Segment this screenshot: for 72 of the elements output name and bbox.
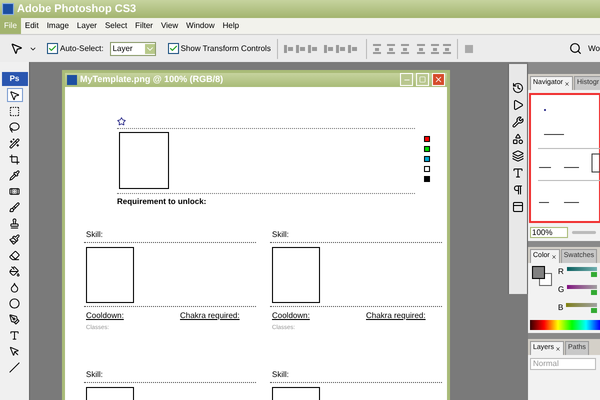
- ps-logo: Ps: [2, 72, 28, 86]
- menu-item[interactable]: Select: [100, 18, 132, 34]
- chakra-label: Chakra required:: [180, 310, 240, 322]
- menu-item[interactable]: Filter: [131, 18, 157, 34]
- type-icon[interactable]: [512, 167, 524, 179]
- channel-slider[interactable]: [566, 267, 600, 277]
- app-icon: [2, 3, 14, 15]
- wrench-icon[interactable]: [512, 116, 524, 128]
- skill-label: Skill:: [271, 228, 289, 240]
- channel-label: R: [558, 266, 564, 278]
- chakra-label: Chakra required:: [366, 310, 426, 322]
- color-spectrum-drawing: [530, 320, 600, 330]
- wand-icon[interactable]: [6, 136, 22, 150]
- auto-select-label: Auto-Select:: [60, 42, 104, 54]
- channel-label: G: [558, 284, 564, 296]
- image-frame: [86, 246, 134, 302]
- cooldown-label: Cooldown:: [86, 310, 125, 322]
- line-icon[interactable]: [6, 360, 22, 374]
- menu-item[interactable]: Image: [42, 18, 73, 34]
- brush-icon[interactable]: [6, 200, 22, 214]
- play-icon[interactable]: [512, 99, 524, 111]
- lasso-icon[interactable]: [6, 120, 22, 134]
- paint-bucket-icon[interactable]: [6, 264, 22, 278]
- close-icon[interactable]: [550, 254, 557, 260]
- document-icon: [67, 74, 77, 85]
- close-icon[interactable]: [555, 346, 562, 352]
- layers-icon[interactable]: [512, 150, 524, 162]
- star-icon: [117, 116, 126, 126]
- menu-item[interactable]: View: [156, 18, 182, 34]
- skill-label: Skill:: [85, 368, 103, 380]
- maximize-icon: [419, 76, 426, 84]
- workspace-label: Wo: [588, 42, 600, 54]
- window-title: Adobe Photoshop CS3: [17, 2, 136, 17]
- menu-item[interactable]: Window: [182, 18, 219, 34]
- document-title: MyTemplate.png @ 100% (RGB/8): [80, 73, 224, 86]
- menu-item[interactable]: Help: [218, 18, 244, 34]
- channel-label: B: [558, 302, 564, 314]
- menu-item[interactable]: Layer: [72, 18, 101, 34]
- cooldown-label: Cooldown:: [272, 310, 311, 322]
- slider-thumb[interactable]: [590, 290, 597, 295]
- skill-label: Skill:: [271, 368, 289, 380]
- menu-item[interactable]: Edit: [20, 18, 43, 34]
- transform-controls-label: Show Transform Controls: [180, 42, 271, 54]
- eraser-icon[interactable]: [6, 248, 22, 262]
- pen-icon[interactable]: [6, 312, 22, 326]
- image-frame: [272, 246, 320, 302]
- image-frame: [119, 132, 169, 188]
- channel-slider[interactable]: [567, 285, 600, 295]
- requirement-label: Requirement to unlock:: [117, 196, 206, 208]
- crop-icon[interactable]: [6, 152, 22, 166]
- zoom-field[interactable]: 100%: [530, 227, 568, 238]
- target-dropdown[interactable]: Layer: [110, 42, 156, 56]
- checkbox[interactable]: [47, 43, 58, 54]
- close-icon[interactable]: [564, 80, 570, 86]
- channel-slider[interactable]: [566, 303, 600, 313]
- close-icon: [434, 75, 443, 84]
- pilcrow-icon[interactable]: [512, 184, 524, 196]
- history-icon[interactable]: [512, 82, 524, 94]
- move-tool-icon[interactable]: [10, 42, 23, 55]
- checkbox[interactable]: [168, 43, 179, 54]
- slider-thumb[interactable]: [590, 272, 597, 277]
- search-icon[interactable]: [569, 42, 582, 55]
- move-tool-icon[interactable]: [6, 88, 22, 102]
- paintbrush-icon[interactable]: [6, 232, 22, 246]
- color-swatches-icon[interactable]: [532, 266, 552, 286]
- slider-thumb[interactable]: [590, 308, 597, 313]
- circle-icon[interactable]: [6, 296, 22, 310]
- panel-icon[interactable]: [512, 201, 524, 213]
- close-button[interactable]: [432, 73, 445, 86]
- skill-label: Skill:: [85, 228, 103, 240]
- shapes-icon[interactable]: [512, 133, 524, 145]
- caret-icon: [144, 44, 155, 54]
